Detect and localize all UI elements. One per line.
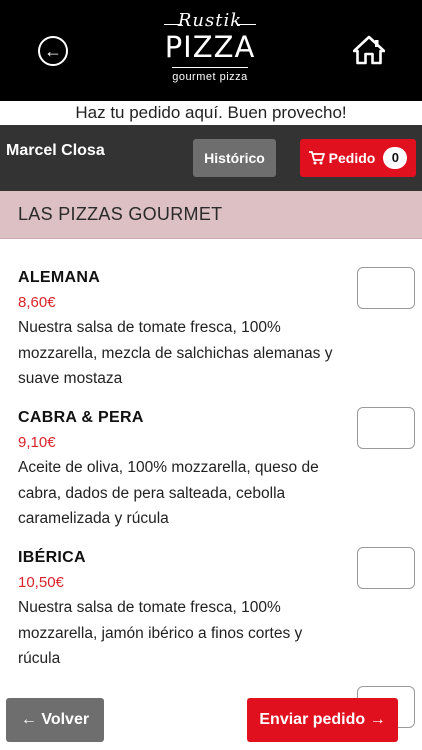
order-count-badge: 0 xyxy=(383,147,408,169)
order-label: Pedido xyxy=(328,150,376,166)
item-description: Aceite de oliva, 100% mozzarella, queso … xyxy=(18,459,319,527)
cart-icon xyxy=(308,151,325,165)
item-description: Nuestra salsa de tomate fresca, 100% moz… xyxy=(18,319,333,387)
item-description: Nuestra salsa de tomate fresca, 100% moz… xyxy=(18,599,303,667)
item-price: 10,50€ xyxy=(18,574,64,591)
logo-rule xyxy=(172,67,248,68)
logo-rustik-text: Rustik xyxy=(177,10,243,31)
category-header: LAS PIZZAS GOURMET xyxy=(0,191,422,239)
user-name: Marcel Closa xyxy=(6,142,105,159)
welcome-message: Haz tu pedido aquí. Buen provecho! xyxy=(0,101,422,125)
item-name: CABRA & PERA xyxy=(18,409,144,426)
history-button[interactable]: Histórico xyxy=(193,139,276,177)
item-name: ALEMANA xyxy=(18,269,101,286)
top-bar: ← Rustik PIZZA gourmet pizza xyxy=(0,0,422,101)
back-arrow-icon[interactable]: ← xyxy=(38,36,68,66)
send-order-button[interactable]: Enviar pedido → xyxy=(247,698,398,742)
item-select-checkbox[interactable] xyxy=(357,547,415,589)
menu-item: IBÉRICA 10,50€ Nuestra salsa de tomate f… xyxy=(18,546,338,672)
item-select-checkbox[interactable] xyxy=(357,267,415,309)
item-price: 9,10€ xyxy=(18,434,56,451)
category-title: LAS PIZZAS GOURMET xyxy=(18,204,223,224)
logo-pizza-text: PIZZA xyxy=(164,30,256,64)
home-icon[interactable] xyxy=(352,35,386,65)
menu-item: CABRA & PERA 9,10€ Aceite de oliva, 100%… xyxy=(18,406,338,532)
menu-item: ALEMANA 8,60€ Nuestra salsa de tomate fr… xyxy=(18,266,338,392)
logo-subtitle: gourmet pizza xyxy=(172,71,248,83)
item-price: 8,60€ xyxy=(18,294,56,311)
item-name: IBÉRICA xyxy=(18,549,86,566)
item-select-checkbox[interactable] xyxy=(357,407,415,449)
brand-logo: Rustik PIZZA gourmet pizza xyxy=(150,10,270,90)
back-button[interactable]: ← Volver xyxy=(6,698,104,742)
order-button[interactable]: Pedido 0 xyxy=(300,139,416,177)
